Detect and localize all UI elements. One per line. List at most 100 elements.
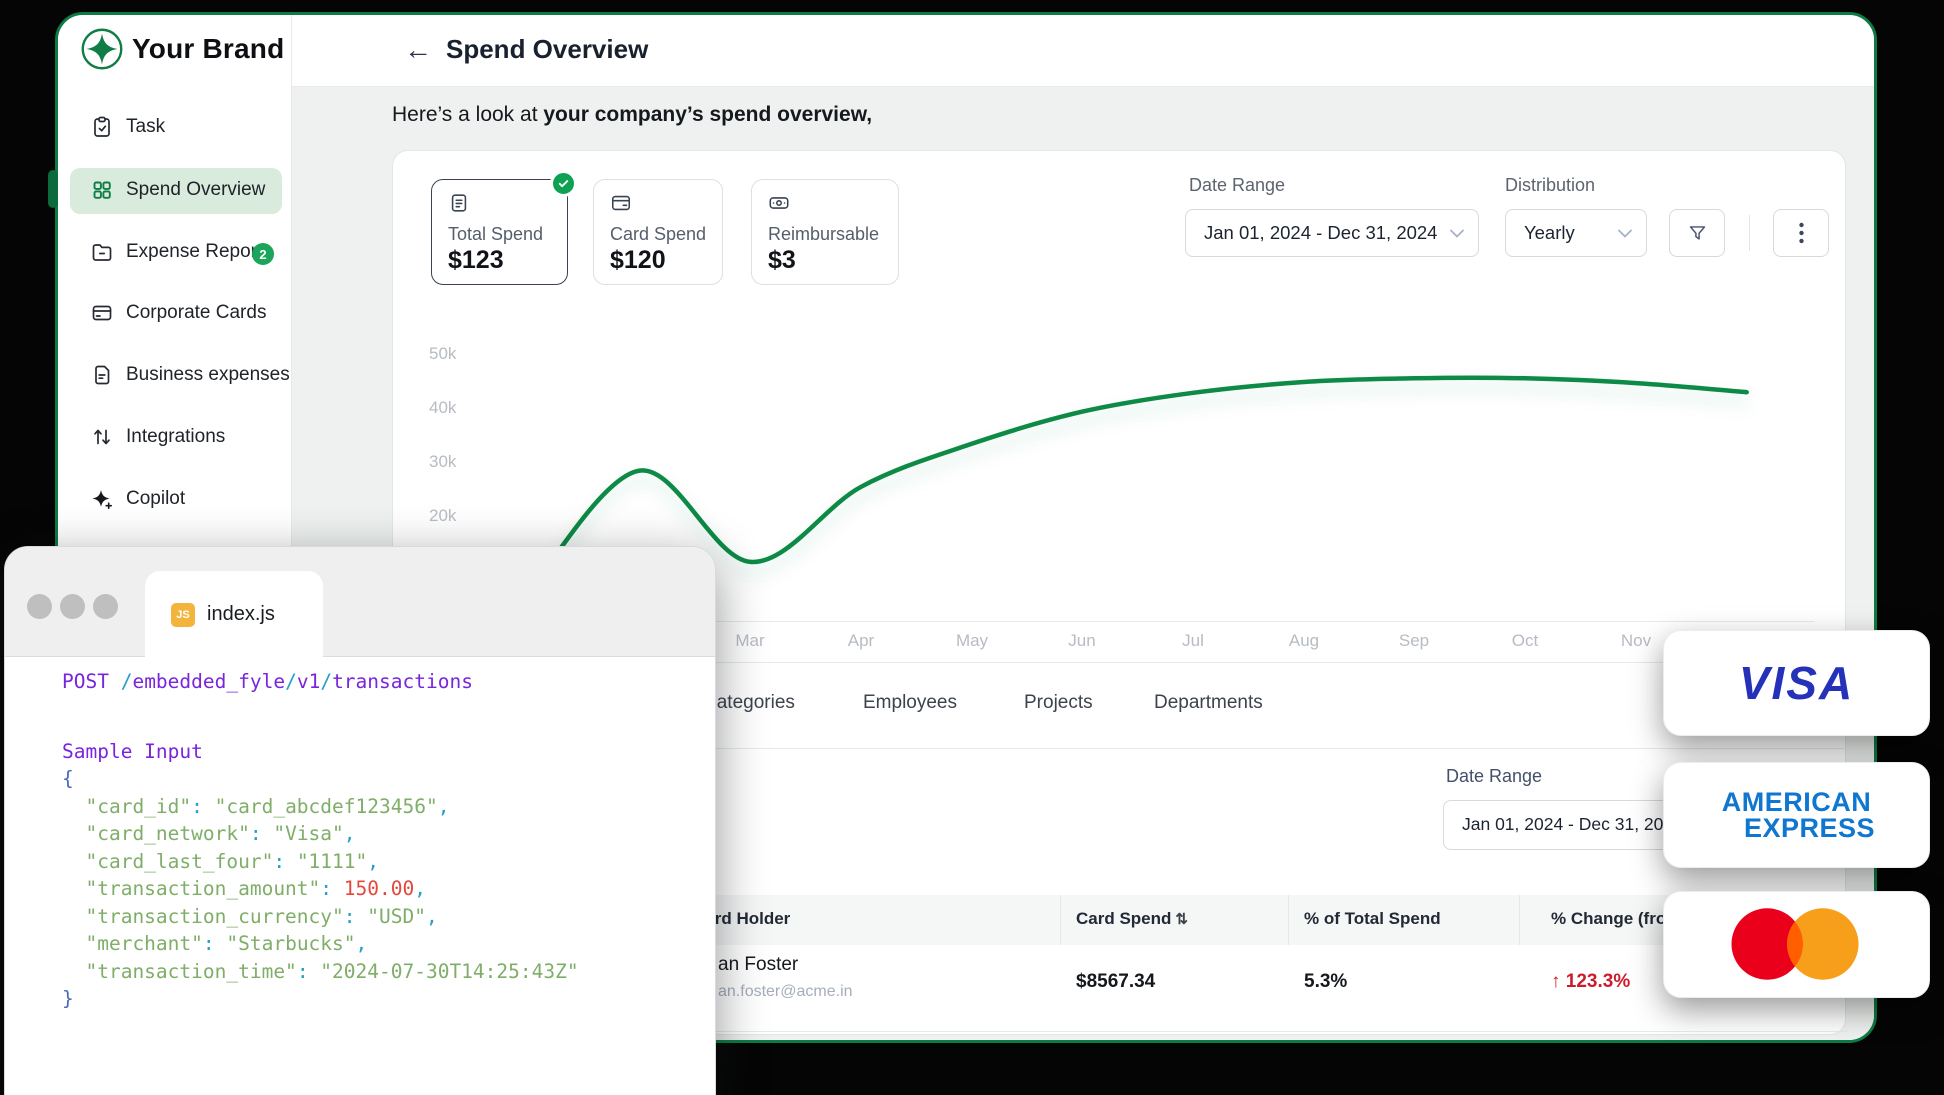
mastercard-card bbox=[1663, 891, 1930, 998]
sidebar-item-label: Copilot bbox=[126, 488, 185, 510]
up-arrow-icon: ↑ bbox=[1551, 971, 1561, 992]
javascript-file-icon: JS bbox=[171, 603, 195, 627]
x-axis-tick: Jun bbox=[1047, 631, 1117, 651]
divider bbox=[1749, 215, 1750, 251]
expense-reports-badge: 2 bbox=[252, 243, 274, 265]
funnel-icon bbox=[1687, 223, 1708, 244]
chevron-down-icon bbox=[1450, 229, 1464, 238]
chevron-down-icon bbox=[1618, 229, 1632, 238]
more-options-button[interactable] bbox=[1773, 209, 1829, 257]
summary-card-value: $123 bbox=[448, 246, 504, 275]
page-title: Spend Overview bbox=[446, 34, 648, 65]
summary-card-value: $120 bbox=[610, 246, 666, 275]
sidebar-item-corporate-cards[interactable]: Corporate Cards bbox=[58, 293, 292, 333]
card-spend-value: $8567.34 bbox=[1076, 971, 1155, 993]
column-header-pct-total: % of Total Spend bbox=[1304, 909, 1441, 929]
brand-name: Your Brand bbox=[132, 33, 284, 65]
x-axis-tick: Apr bbox=[826, 631, 896, 651]
arrows-up-down-icon bbox=[90, 425, 114, 449]
tab-categories[interactable]: Categories bbox=[703, 692, 795, 714]
window-dot-icon bbox=[27, 594, 52, 619]
distribution-value: Yearly bbox=[1524, 210, 1575, 256]
tab-employees[interactable]: Employees bbox=[863, 692, 957, 714]
y-axis-tick: 30k bbox=[429, 452, 473, 470]
summary-card-reimbursable[interactable]: Reimbursable $3 bbox=[751, 179, 899, 285]
document-icon bbox=[90, 363, 114, 387]
tab-departments[interactable]: Departments bbox=[1154, 692, 1263, 714]
sort-icon: ⇅ bbox=[1175, 911, 1188, 928]
greeting-text: Here’s a look at your company’s spend ov… bbox=[392, 103, 872, 127]
editor-filename: index.js bbox=[207, 571, 275, 658]
summary-card-label: Card Spend bbox=[610, 224, 706, 245]
grid-icon bbox=[90, 178, 114, 202]
column-divider bbox=[1519, 895, 1520, 945]
editor-file-tab: JS index.js bbox=[145, 571, 323, 658]
card-holder-email: an.foster@acme.in bbox=[718, 983, 853, 1001]
y-axis-tick: 50k bbox=[429, 344, 473, 362]
x-axis-tick: Aug bbox=[1269, 631, 1339, 651]
x-axis-tick: Mar bbox=[715, 631, 785, 651]
kebab-menu-icon bbox=[1799, 222, 1804, 244]
sidebar-item-label: Expense Reports bbox=[126, 241, 272, 263]
summary-card-card-spend[interactable]: Card Spend $120 bbox=[593, 179, 723, 285]
y-axis-tick: 20k bbox=[429, 506, 473, 524]
filter-button[interactable] bbox=[1669, 209, 1725, 257]
code-content: POST /embedded_fyle/v1/transactionsSampl… bbox=[5, 658, 715, 1095]
date-range-label: Date Range bbox=[1189, 175, 1285, 196]
active-item-notch bbox=[48, 170, 58, 208]
amex-card: AMERICAN EXPRESS bbox=[1663, 762, 1930, 868]
back-button[interactable]: ← bbox=[404, 33, 432, 67]
column-header-pct-change: % Change (from bbox=[1551, 909, 1681, 929]
distribution-label: Distribution bbox=[1505, 175, 1595, 196]
summary-card-label: Total Spend bbox=[448, 224, 543, 245]
sidebar-item-label: Spend Overview bbox=[126, 179, 265, 201]
window-dot-icon bbox=[60, 594, 85, 619]
sparkle-icon bbox=[90, 487, 114, 511]
sidebar-item-spend-overview[interactable]: Spend Overview bbox=[58, 170, 292, 210]
sidebar-item-integrations[interactable]: Integrations bbox=[58, 417, 292, 457]
card-holder-name: an Foster bbox=[718, 954, 798, 976]
sidebar-item-task[interactable]: Task bbox=[58, 107, 292, 147]
date-range-select[interactable]: Jan 01, 2024 - Dec 31, 2024 bbox=[1185, 209, 1479, 257]
date-range-value: Jan 01, 2024 - Dec 31, 2024 bbox=[1204, 210, 1437, 256]
sidebar-item-business-expenses[interactable]: Business expenses bbox=[58, 355, 292, 395]
amex-logo: AMERICAN EXPRESS bbox=[1722, 789, 1872, 841]
breakdown-date-range-value: Jan 01, 2024 - Dec 31, 2024 bbox=[1462, 801, 1683, 847]
breakdown-date-range-label: Date Range bbox=[1446, 766, 1542, 787]
folder-icon bbox=[90, 240, 114, 264]
credit-card-icon bbox=[610, 192, 632, 214]
brand: Your Brand bbox=[80, 27, 284, 71]
pct-change-value: ↑ 123.3% bbox=[1551, 971, 1630, 993]
window-dot-icon bbox=[93, 594, 118, 619]
visa-card: VISA bbox=[1663, 630, 1930, 736]
x-axis-tick: Jul bbox=[1158, 631, 1228, 651]
tab-projects[interactable]: Projects bbox=[1024, 692, 1093, 714]
sidebar-item-label: Integrations bbox=[126, 426, 225, 448]
x-axis-tick: Nov bbox=[1601, 631, 1671, 651]
brand-logo-icon bbox=[80, 27, 124, 71]
credit-card-icon bbox=[90, 301, 114, 325]
summary-card-label: Reimbursable bbox=[768, 224, 879, 245]
distribution-select[interactable]: Yearly bbox=[1505, 209, 1647, 257]
visa-logo: VISA bbox=[1739, 656, 1854, 710]
page-header: ← Spend Overview bbox=[292, 15, 1874, 87]
pct-total-value: 5.3% bbox=[1304, 971, 1347, 993]
summary-card-total-spend[interactable]: Total Spend $123 bbox=[431, 179, 568, 285]
sidebar-item-copilot[interactable]: Copilot bbox=[58, 479, 292, 519]
mastercard-logo bbox=[1664, 891, 1929, 998]
receipt-icon bbox=[448, 192, 470, 214]
column-divider bbox=[1288, 895, 1289, 945]
editor-title-bar: JS index.js bbox=[5, 547, 715, 657]
x-axis-tick: Sep bbox=[1379, 631, 1449, 651]
y-axis-tick: 40k bbox=[429, 398, 473, 416]
x-axis-tick: May bbox=[937, 631, 1007, 651]
column-header-card-spend[interactable]: Card Spend⇅ bbox=[1076, 909, 1188, 929]
x-axis-tick: Oct bbox=[1490, 631, 1560, 651]
column-divider bbox=[1060, 895, 1061, 945]
sidebar-item-label: Corporate Cards bbox=[126, 302, 266, 324]
selected-check-icon bbox=[550, 170, 577, 197]
code-editor-window: JS index.js POST /embedded_fyle/v1/trans… bbox=[4, 546, 716, 1095]
stage: Your Brand Task Spend Overview bbox=[0, 0, 1944, 1095]
summary-card-value: $3 bbox=[768, 246, 796, 275]
clipboard-check-icon bbox=[90, 115, 114, 139]
